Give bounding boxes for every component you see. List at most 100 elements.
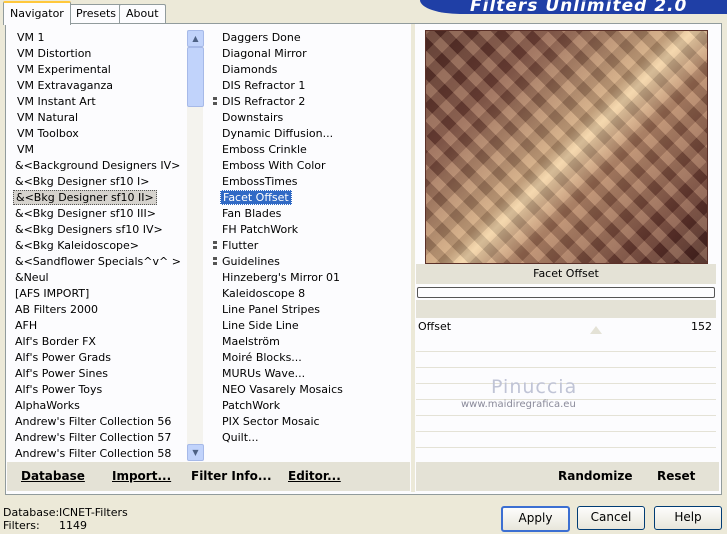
filter-item[interactable]: Diagonal Mirror <box>220 46 408 62</box>
category-item-label: VM <box>17 143 35 156</box>
category-item[interactable]: VM Natural <box>13 110 185 126</box>
filter-preview-image <box>425 30 708 264</box>
category-scrollbar[interactable]: ▲ ▼ <box>187 30 204 461</box>
filter-item[interactable]: Maelström <box>220 334 408 350</box>
scroll-thumb[interactable] <box>187 47 204 107</box>
category-item[interactable]: &<Bkg Kaleidoscope> <box>13 238 185 254</box>
filter-item[interactable]: Fan Blades <box>220 206 408 222</box>
cancel-button[interactable]: Cancel <box>577 506 645 530</box>
filter-info-button[interactable]: Filter Info... <box>191 469 272 483</box>
offset-label: Offset <box>418 320 452 333</box>
unused-parameter-rows <box>416 336 716 464</box>
filter-item-label: DIS Refractor 1 <box>222 79 306 92</box>
category-item[interactable]: &<Bkg Designer sf10 I> <box>13 174 185 190</box>
filter-item[interactable]: Dynamic Diffusion... <box>220 126 408 142</box>
database-status-value: ICNET-Filters <box>59 506 128 519</box>
category-item[interactable]: VM Experimental <box>13 62 185 78</box>
tab-about[interactable]: About <box>119 4 166 23</box>
filters-status-value: 1149 <box>59 519 87 532</box>
editor-button[interactable]: Editor... <box>288 469 341 483</box>
filter-item[interactable]: Downstairs <box>220 110 408 126</box>
filter-item-label: DIS Refractor 2 <box>222 95 306 108</box>
category-item-label: AB Filters 2000 <box>15 303 99 316</box>
filter-item[interactable]: Line Panel Stripes <box>220 302 408 318</box>
filter-item[interactable]: EmbossTimes <box>220 174 408 190</box>
category-item[interactable]: Alf's Power Sines <box>13 366 185 382</box>
category-item[interactable]: VM Instant Art <box>13 94 185 110</box>
database-button[interactable]: Database <box>21 469 85 483</box>
filter-item[interactable]: PIX Sector Mosaic <box>220 414 408 430</box>
randomize-button[interactable]: Randomize <box>558 469 632 483</box>
filter-item-label: Emboss Crinkle <box>222 143 307 156</box>
category-item[interactable]: Andrew's Filter Collection 58 <box>13 446 185 462</box>
import-button[interactable]: Import... <box>112 469 171 483</box>
category-item[interactable]: Andrew's Filter Collection 56 <box>13 414 185 430</box>
import-label: Import... <box>112 469 172 483</box>
scroll-down-arrow-icon[interactable]: ▼ <box>187 444 204 461</box>
category-item[interactable]: &<Bkg Designer sf10 II> <box>13 190 185 206</box>
category-item[interactable]: VM Toolbox <box>13 126 185 142</box>
slider-marker-icon[interactable] <box>590 326 602 334</box>
category-item[interactable]: Alf's Power Toys <box>13 382 185 398</box>
grip-mark <box>213 246 217 249</box>
watermark-site: www.maidiregrafica.eu <box>461 399 576 410</box>
database-label: Database <box>21 469 85 483</box>
filter-item[interactable]: DIS Refractor 2 <box>220 94 408 110</box>
category-item[interactable]: AFH <box>13 318 185 334</box>
filter-item-label: Quilt... <box>222 431 259 444</box>
tab-presets[interactable]: Presets <box>69 4 124 23</box>
category-item-label: &<Bkg Designers sf10 IV> <box>15 223 163 236</box>
filter-item[interactable]: Facet Offset <box>220 190 408 206</box>
category-item[interactable]: Alf's Power Grads <box>13 350 185 366</box>
filter-item[interactable]: PatchWork <box>220 398 408 414</box>
filter-item[interactable]: Guidelines <box>220 254 408 270</box>
category-item[interactable]: &Neul <box>13 270 185 286</box>
filter-item[interactable]: Emboss Crinkle <box>220 142 408 158</box>
empty-parameter-row <box>416 432 716 448</box>
category-item[interactable]: VM 1 <box>13 30 185 46</box>
category-item[interactable]: VM Extravaganza <box>13 78 185 94</box>
category-item[interactable]: AB Filters 2000 <box>13 302 185 318</box>
filter-item[interactable]: Emboss With Color <box>220 158 408 174</box>
category-item[interactable]: &<Bkg Designers sf10 IV> <box>13 222 185 238</box>
category-item[interactable]: Andrew's Filter Collection 57 <box>13 430 185 446</box>
filter-item[interactable]: Diamonds <box>220 62 408 78</box>
filter-name-bar: Facet Offset <box>416 264 716 284</box>
filter-item-label: Fan Blades <box>222 207 282 220</box>
filter-item[interactable]: Flutter <box>220 238 408 254</box>
offset-row[interactable]: Offset 152 <box>418 320 714 334</box>
category-item-label: &<Bkg Designer sf10 II> <box>13 190 157 205</box>
filter-item[interactable]: Quilt... <box>220 430 408 446</box>
category-item-label: Alf's Power Toys <box>15 383 103 396</box>
filter-item[interactable]: Kaleidoscope 8 <box>220 286 408 302</box>
category-item[interactable]: &<Bkg Designer sf10 III> <box>13 206 185 222</box>
category-item-label: VM Distortion <box>17 47 92 60</box>
grip-mark <box>213 257 217 260</box>
category-item[interactable]: Alf's Border FX <box>13 334 185 350</box>
filter-item[interactable]: Daggers Done <box>220 30 408 46</box>
category-item[interactable]: [AFS IMPORT] <box>13 286 185 302</box>
apply-button[interactable]: Apply <box>501 506 570 532</box>
category-item[interactable]: AlphaWorks <box>13 398 185 414</box>
filter-item-label: FH PatchWork <box>222 223 299 236</box>
filter-item[interactable]: DIS Refractor 1 <box>220 78 408 94</box>
filter-name-label: Facet Offset <box>533 267 599 280</box>
randomize-label: Randomize <box>558 469 633 483</box>
help-button[interactable]: Help <box>654 506 722 530</box>
filter-item[interactable]: FH PatchWork <box>220 222 408 238</box>
tab-navigator[interactable]: Navigator <box>3 1 71 25</box>
category-item[interactable]: &<Sandflower Specials^v^ > <box>13 254 185 270</box>
filter-item-label: MURUs Wave... <box>222 367 306 380</box>
reset-button[interactable]: Reset <box>657 469 695 483</box>
filter-item[interactable]: NEO Vasarely Mosaics <box>220 382 408 398</box>
filter-item[interactable]: Line Side Line <box>220 318 408 334</box>
category-item[interactable]: &<Background Designers IV> <box>13 158 185 174</box>
filter-item[interactable]: Moiré Blocks... <box>220 350 408 366</box>
category-item[interactable]: VM Distortion <box>13 46 185 62</box>
category-item[interactable]: VM <box>13 142 185 158</box>
filter-item[interactable]: MURUs Wave... <box>220 366 408 382</box>
scroll-up-arrow-icon[interactable]: ▲ <box>187 30 204 47</box>
filter-item[interactable]: Hinzeberg's Mirror 01 <box>220 270 408 286</box>
category-list[interactable]: VM 1 VM Distortion VM Experimental VM Extra… <box>13 30 185 462</box>
filter-list[interactable]: Daggers Done Diagonal Mirror Diamonds DIS R… <box>220 30 408 448</box>
